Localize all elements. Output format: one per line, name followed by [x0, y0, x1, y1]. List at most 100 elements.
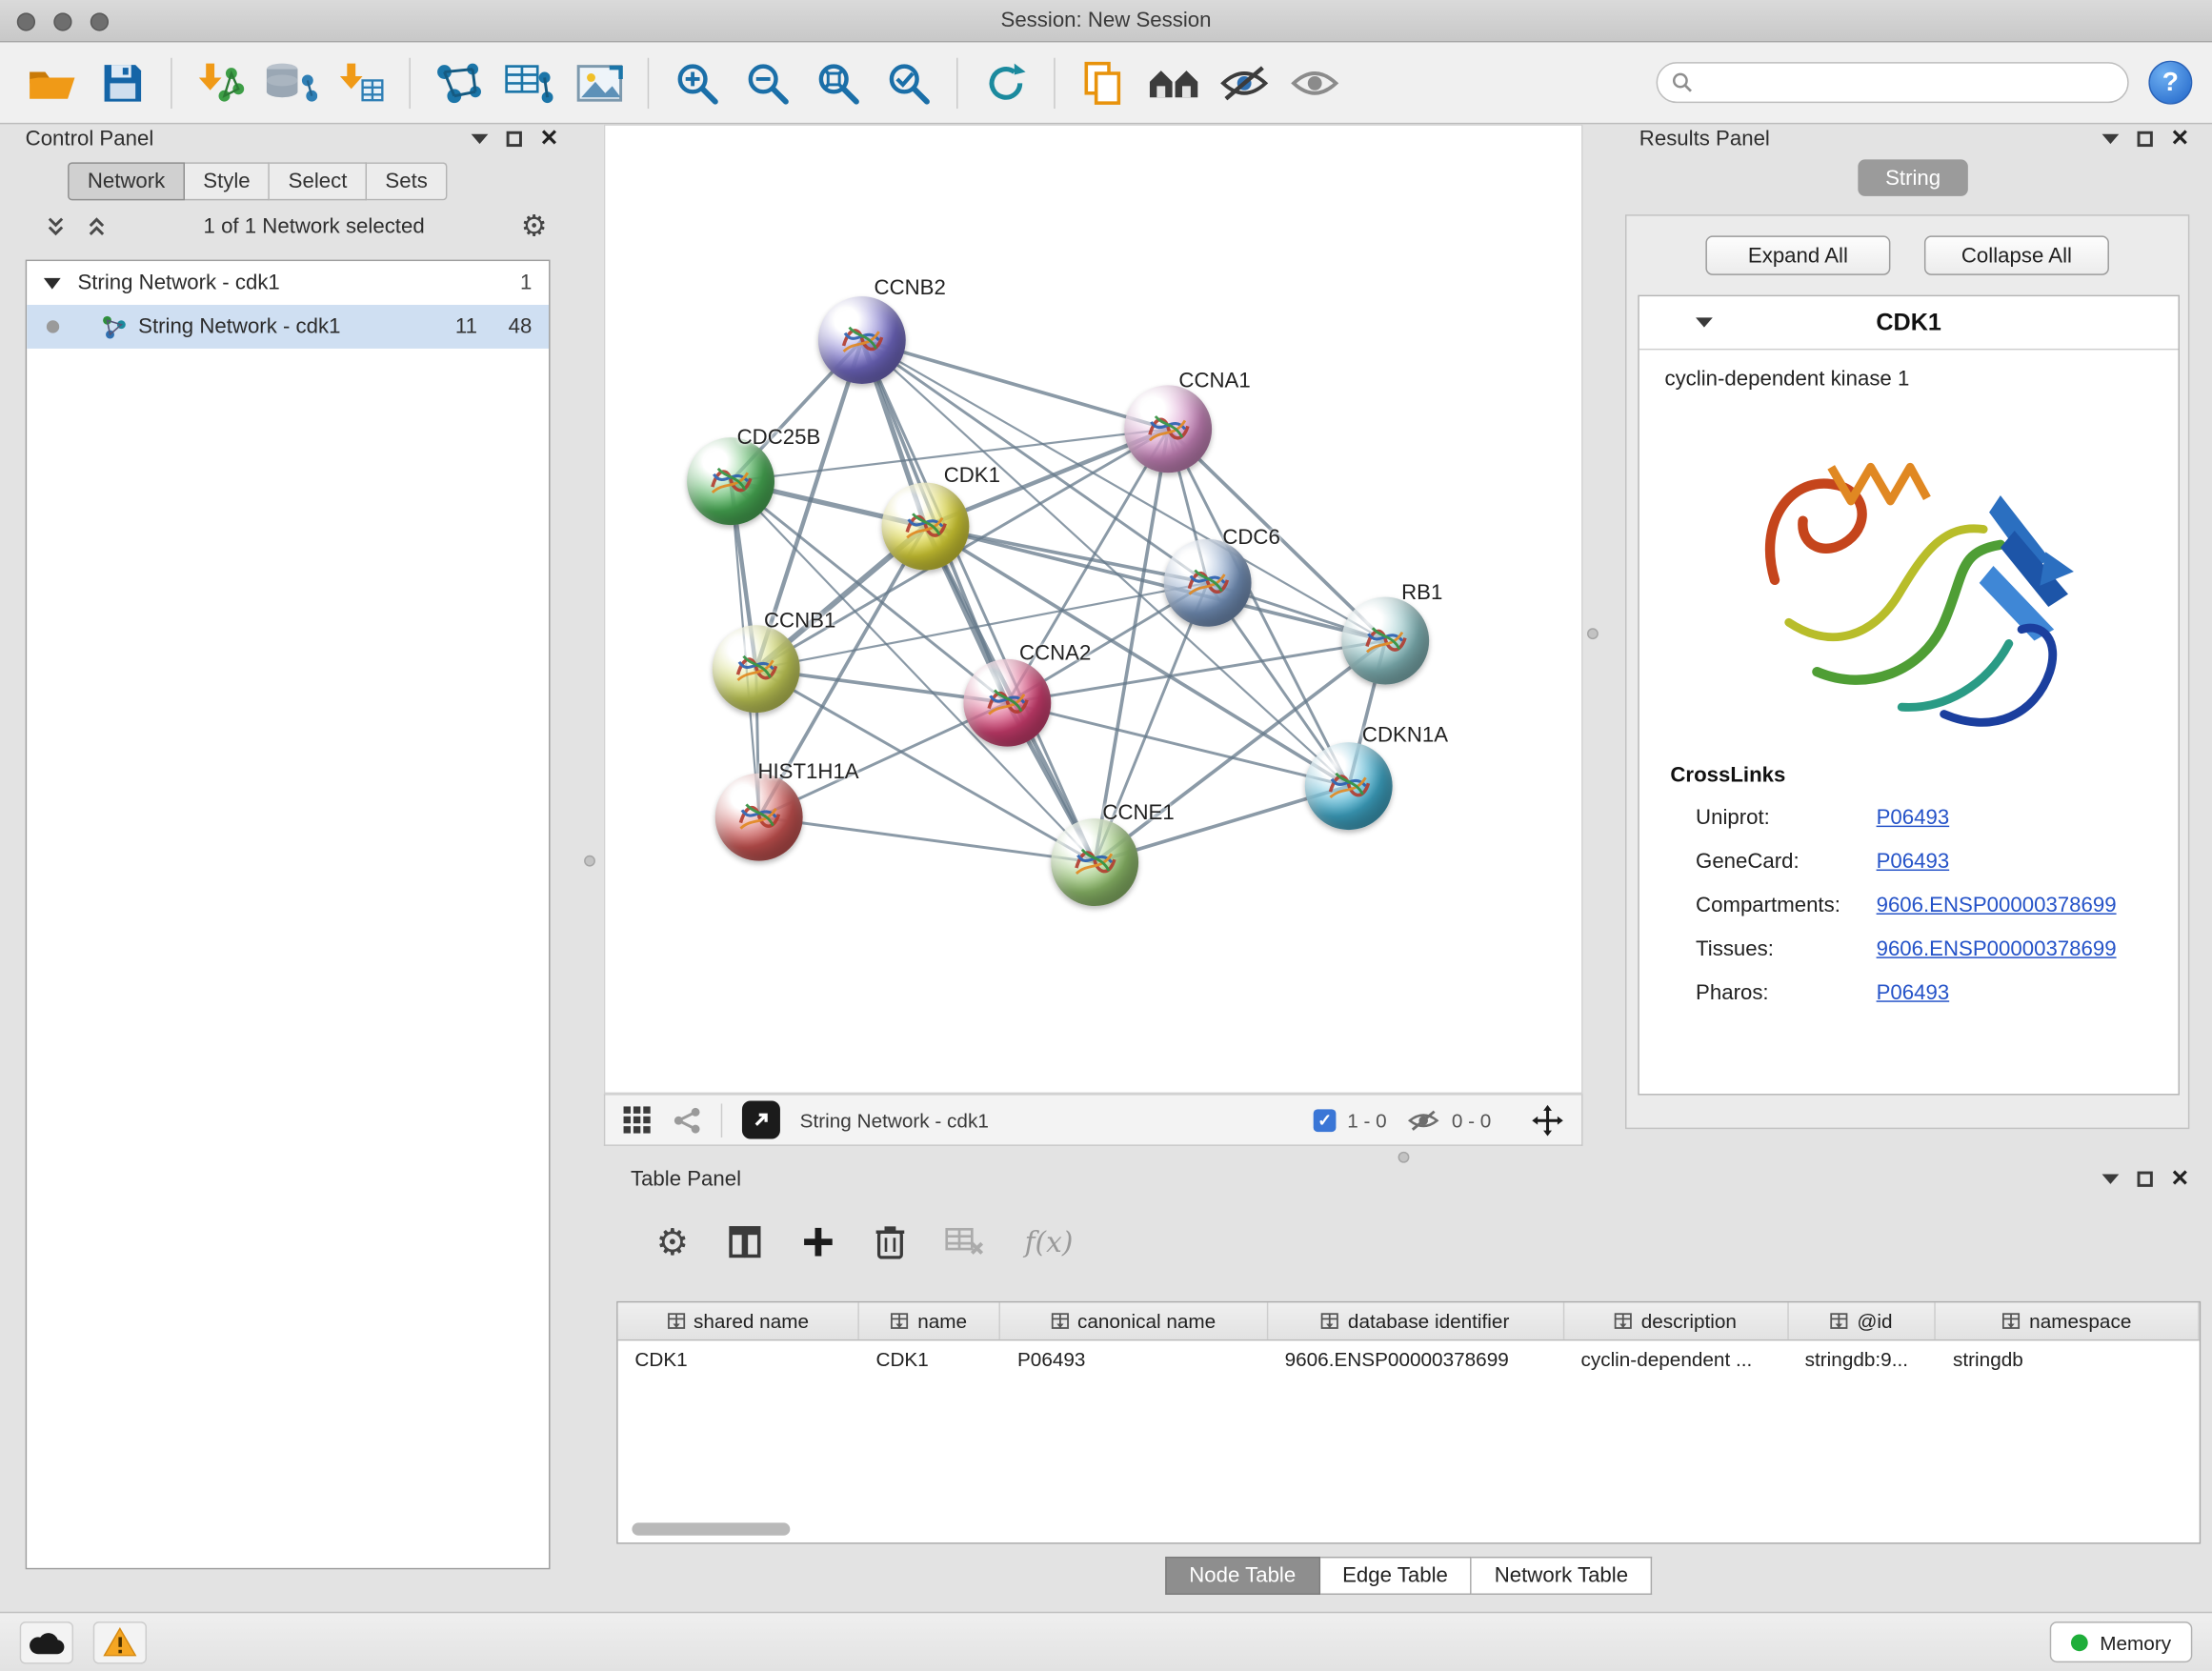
bottom-splitter-handle[interactable] — [1398, 1152, 1410, 1163]
birds-eye-view-icon[interactable] — [622, 1104, 654, 1136]
network-node-CCNA1[interactable] — [1124, 385, 1212, 473]
left-splitter-handle[interactable] — [584, 856, 595, 867]
hidden-eye-slash-icon[interactable] — [1406, 1107, 1440, 1133]
gene-card-header[interactable]: CDK1 — [1639, 296, 2179, 350]
import-table-from-file-button[interactable] — [329, 50, 393, 115]
panel-menu-icon[interactable] — [2101, 1175, 2119, 1184]
help-button[interactable]: ? — [2148, 61, 2192, 105]
network-node-HIST1H1A[interactable] — [715, 774, 803, 861]
column-header-name[interactable]: name — [859, 1302, 1000, 1339]
panel-menu-icon[interactable] — [471, 134, 488, 144]
column-header-namespace[interactable]: namespace — [1936, 1302, 2200, 1339]
table-settings-button[interactable]: ⚙ — [656, 1223, 690, 1260]
import-network-from-file-button[interactable] — [188, 50, 252, 115]
network-row-selected[interactable]: String Network - cdk1 11 48 — [27, 305, 549, 349]
column-header-id[interactable]: @id — [1788, 1302, 1936, 1339]
disclosure-triangle-icon[interactable] — [1696, 317, 1713, 327]
network-view-title: String Network - cdk1 — [800, 1109, 989, 1132]
network-node-CDKN1A[interactable] — [1305, 742, 1393, 830]
panel-float-icon[interactable] — [506, 131, 521, 147]
panel-close-icon[interactable]: ✕ — [540, 128, 559, 151]
zoom-in-button[interactable] — [665, 50, 730, 115]
copy-documents-icon — [1082, 60, 1124, 105]
import-network-from-database-button[interactable] — [258, 50, 323, 115]
create-column-button[interactable] — [802, 1225, 836, 1259]
new-network-button[interactable] — [426, 50, 491, 115]
horizontal-scrollbar-thumb[interactable] — [632, 1522, 790, 1535]
crosslink-uniprot-link[interactable]: P06493 — [1877, 806, 1950, 830]
tab-style[interactable]: Style — [185, 162, 270, 200]
column-header-description[interactable]: description — [1564, 1302, 1788, 1339]
table-row[interactable]: CDK1 CDK1 P06493 9606.ENSP00000378699 cy… — [618, 1340, 2200, 1379]
tab-select[interactable]: Select — [270, 162, 367, 200]
selected-checkbox-icon[interactable]: ✓ — [1314, 1109, 1337, 1132]
network-node-CCNE1[interactable] — [1051, 818, 1138, 906]
panel-float-icon[interactable] — [2137, 1172, 2152, 1187]
zoom-selected-button[interactable] — [876, 50, 941, 115]
panel-close-icon[interactable]: ✕ — [2171, 1168, 2190, 1191]
network-node-RB1[interactable] — [1341, 597, 1429, 685]
window-zoom-button[interactable] — [90, 12, 109, 30]
expand-all-button[interactable]: Expand All — [1705, 235, 1890, 274]
crosslink-compartments-link[interactable]: 9606.ENSP00000378699 — [1877, 894, 2117, 917]
collapse-all-icon[interactable] — [45, 215, 66, 236]
search-field[interactable] — [1657, 62, 2129, 103]
network-node-CCNB1[interactable] — [713, 625, 800, 713]
crosslink-pharos-link[interactable]: P06493 — [1877, 981, 1950, 1005]
panel-close-icon[interactable]: ✕ — [2171, 128, 2190, 151]
tab-edge-table[interactable]: Edge Table — [1319, 1557, 1472, 1595]
open-session-button[interactable] — [20, 50, 85, 115]
warnings-button[interactable] — [93, 1621, 147, 1662]
tab-sets[interactable]: Sets — [367, 162, 447, 200]
panel-float-icon[interactable] — [2137, 131, 2152, 147]
delete-column-button[interactable] — [875, 1223, 907, 1260]
toolbar-separator — [648, 57, 649, 108]
tab-network-table[interactable]: Network Table — [1472, 1557, 1652, 1595]
network-node-CDK1[interactable] — [882, 483, 970, 571]
crosslink-genecard-link[interactable]: P06493 — [1877, 850, 1950, 874]
tab-node-table[interactable]: Node Table — [1165, 1557, 1319, 1595]
memory-button[interactable]: Memory — [2050, 1621, 2192, 1662]
network-node-CCNA2[interactable] — [963, 659, 1051, 747]
right-splitter-handle[interactable] — [1587, 628, 1599, 639]
crosslink-tissues-link[interactable]: 9606.ENSP00000378699 — [1877, 937, 2117, 961]
hide-selected-button[interactable] — [1212, 50, 1277, 115]
column-header-shared-name[interactable]: shared name — [618, 1302, 859, 1339]
network-node-CCNB2[interactable] — [818, 296, 906, 384]
show-all-button[interactable] — [1282, 50, 1347, 115]
tab-network[interactable]: Network — [68, 162, 185, 200]
disclosure-triangle-icon[interactable] — [44, 277, 61, 289]
share-network-icon[interactable] — [673, 1106, 701, 1135]
save-session-button[interactable] — [90, 50, 155, 115]
collapse-all-button[interactable]: Collapse All — [1924, 235, 2109, 274]
function-builder-button[interactable]: f(x) — [1025, 1225, 1074, 1259]
tab-string[interactable]: String — [1858, 159, 1968, 196]
panel-menu-icon[interactable] — [2101, 134, 2119, 144]
network-node-CDC25B[interactable] — [687, 437, 774, 525]
crosslink-label: Pharos: — [1696, 981, 1877, 1005]
network-node-CDC6[interactable] — [1164, 539, 1252, 627]
help-glyph: ? — [2162, 67, 2179, 98]
column-header-canonical-name[interactable]: canonical name — [1000, 1302, 1268, 1339]
expand-all-icon[interactable] — [86, 215, 107, 236]
delete-table-button[interactable] — [946, 1226, 985, 1258]
zoom-out-button[interactable] — [735, 50, 800, 115]
new-table-button[interactable] — [496, 50, 561, 115]
export-image-button[interactable] — [567, 50, 632, 115]
first-neighbors-button[interactable] — [1141, 50, 1206, 115]
network-collection-row[interactable]: String Network - cdk1 1 — [27, 261, 549, 305]
open-in-new-window-button[interactable] — [742, 1100, 780, 1138]
window-minimize-button[interactable] — [53, 12, 71, 30]
window-close-button[interactable] — [17, 12, 35, 30]
pan-move-icon[interactable] — [1531, 1103, 1565, 1137]
column-header-database-identifier[interactable]: database identifier — [1268, 1302, 1564, 1339]
cell-name: CDK1 — [859, 1340, 1001, 1379]
zoom-fit-button[interactable] — [806, 50, 871, 115]
search-input[interactable] — [1702, 71, 2113, 94]
network-canvas[interactable]: CCNB2CCNA1CDC25BCDK1CDC6RB1CCNB1CCNA2CDK… — [604, 124, 1583, 1094]
select-columns-button[interactable] — [729, 1225, 763, 1259]
copy-button[interactable] — [1071, 50, 1136, 115]
cloud-status-button[interactable] — [20, 1621, 73, 1662]
apply-layout-button[interactable] — [974, 50, 1038, 115]
network-options-gear-icon[interactable]: ⚙ — [521, 211, 548, 240]
